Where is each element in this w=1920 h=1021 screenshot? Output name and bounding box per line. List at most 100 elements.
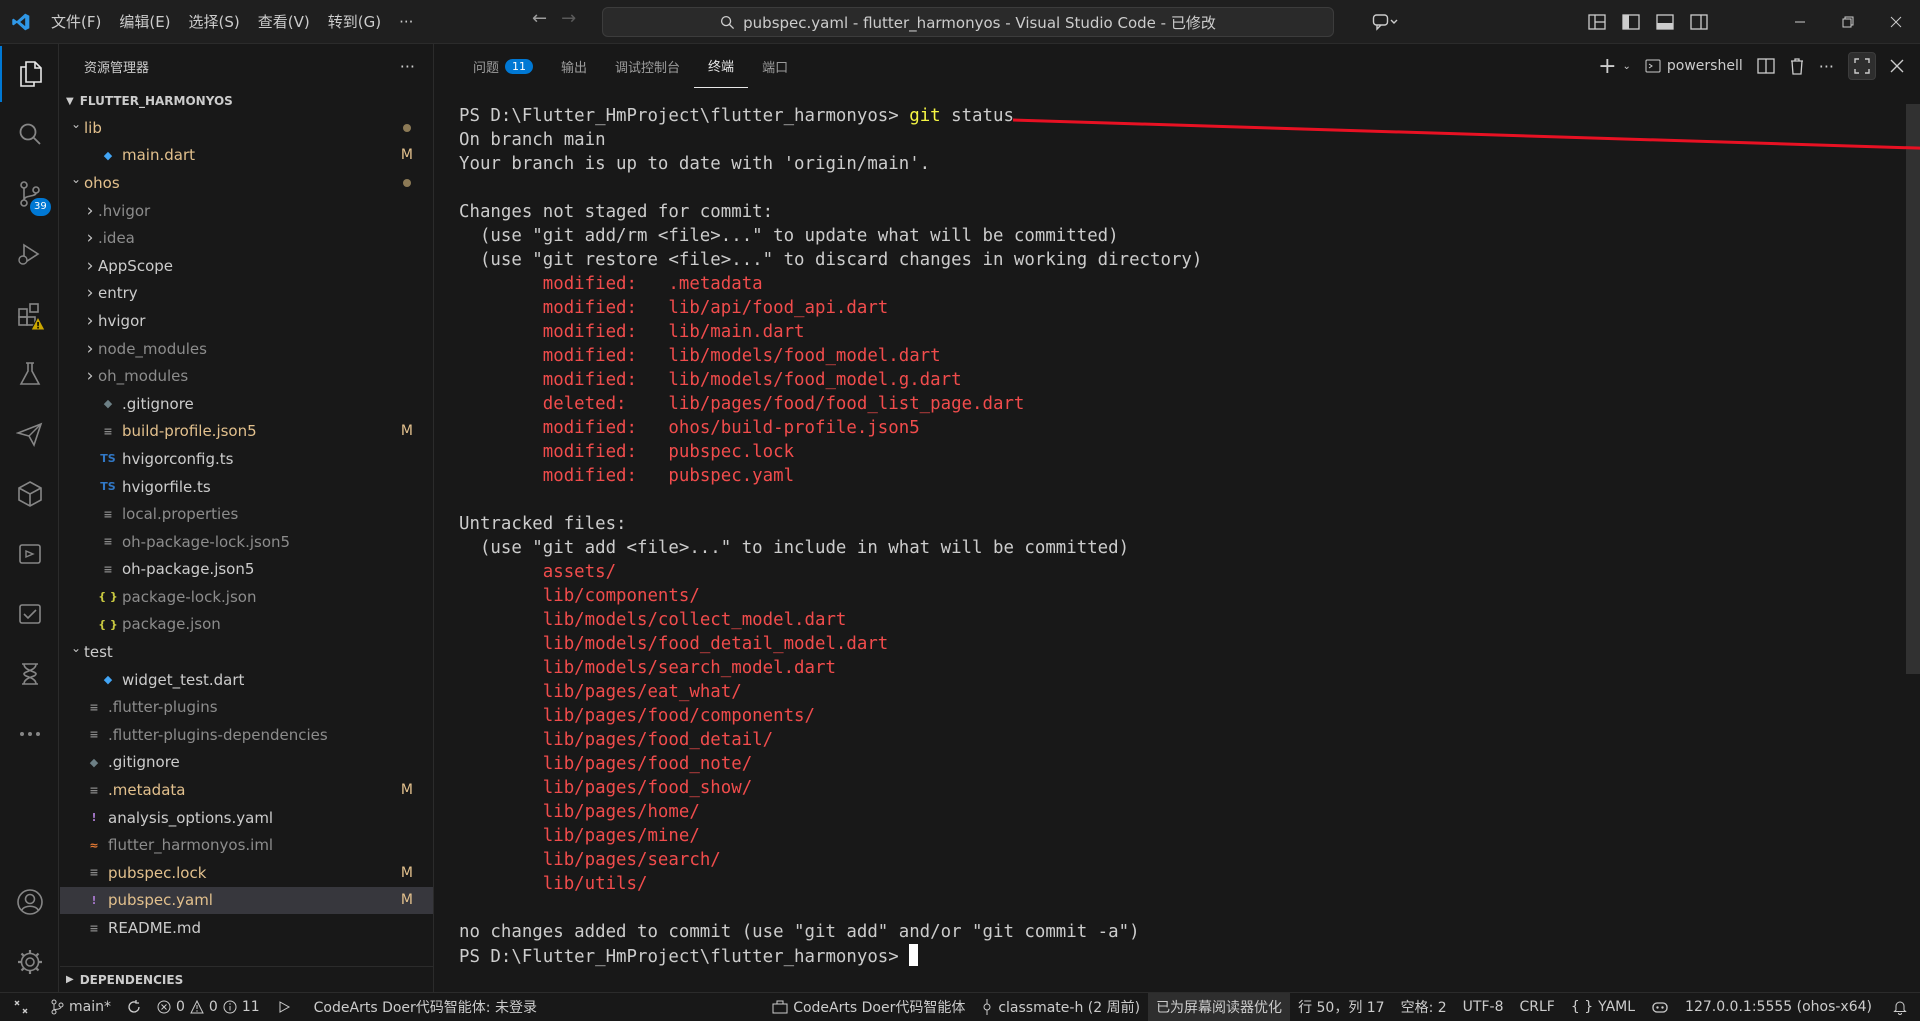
codearts-agent[interactable]: CodeArts Doer代码智能体 [764,993,973,1021]
chevron-down-icon[interactable]: ⌄ [1623,61,1631,72]
git-status-badge: M [400,147,413,164]
file-item[interactable]: ◆ .gitignore [60,749,433,777]
restore-icon[interactable] [1824,0,1872,44]
file-item[interactable]: ◆ widget_test.dart [60,666,433,694]
toggle-panel-icon[interactable] [1648,0,1682,44]
debug-launch-indicator[interactable] [268,993,300,1021]
file-item[interactable]: ! pubspec.yaml M [60,886,433,915]
terminal-line: lib/models/collect_model.dart [459,608,1880,632]
forward-arrow-icon[interactable]: → [561,8,576,29]
panel-tab[interactable]: 调试控制台 [601,44,694,88]
folder-item[interactable]: ⌄ lib [60,114,433,142]
trash-icon[interactable] [1789,57,1805,75]
file-item[interactable]: ◆ .gitignore [60,390,433,418]
file-item[interactable]: ≡ oh-package-lock.json5 [60,528,433,556]
toggle-secondary-sidebar-icon[interactable] [1682,0,1716,44]
file-item[interactable]: ≡ .flutter-plugins [60,693,433,721]
folder-item[interactable]: › entry [60,280,433,308]
file-item[interactable]: TS hvigorconfig.ts [60,445,433,473]
menu-edit[interactable]: 编辑(E) [110,7,179,37]
copilot-chat-icon[interactable] [1360,0,1410,44]
split-terminal-icon[interactable] [1757,58,1775,74]
folder-item[interactable]: › .hvigor [60,197,433,225]
indentation[interactable]: 空格: 2 [1393,993,1455,1021]
encoding[interactable]: UTF-8 [1455,993,1512,1021]
hourglass-icon[interactable] [0,646,59,702]
dependencies-section[interactable]: ▶ DEPENDENCIES [60,966,433,992]
file-item[interactable]: { } package-lock.json [60,583,433,611]
file-item[interactable]: TS hvigorfile.ts [60,473,433,501]
git-blame[interactable]: classmate-h (2 周前) [973,993,1148,1021]
remote-device[interactable]: 127.0.0.1:5555 (ohos-x64) [1677,993,1880,1021]
panel-more-icon[interactable]: ··· [1819,57,1834,76]
close-icon[interactable] [1872,0,1920,44]
file-item[interactable]: ≡ pubspec.lock M [60,859,433,887]
file-item[interactable]: ≡ README.md [60,914,433,942]
minimize-icon[interactable] [1776,0,1824,44]
explorer-more-icon[interactable]: ··· [400,57,415,76]
file-item[interactable]: ≡ .metadata M [60,776,433,804]
testing-icon[interactable] [0,346,59,402]
menu-file[interactable]: 文件(F) [42,7,110,37]
file-item[interactable]: { } package.json [60,611,433,639]
file-item[interactable]: ◆ main.dart M [60,142,433,170]
menu-view[interactable]: 查看(V) [249,7,319,37]
file-item[interactable]: ≈ flutter_harmonyos.iml [60,831,433,859]
folder-item[interactable]: ⌄ ohos [60,169,433,197]
panel-tab[interactable]: 输出 [547,44,601,88]
workspace-root[interactable]: ▼ FLUTTER_HARMONYOS [60,88,433,114]
copilot-status[interactable] [1643,993,1677,1021]
send-icon[interactable] [0,406,59,462]
menu-selection[interactable]: 选择(S) [180,7,249,37]
branch-indicator[interactable]: main* [42,993,119,1021]
menu-more[interactable]: ··· [390,7,422,37]
more-icon[interactable] [0,706,59,762]
toggle-primary-sidebar-icon[interactable] [1614,0,1648,44]
end-of-line[interactable]: CRLF [1511,993,1562,1021]
terminal-scrollbar[interactable] [1906,104,1920,674]
extensions-icon[interactable]: ! [0,286,59,342]
explorer-icon[interactable] [0,46,59,102]
notifications[interactable] [1880,993,1920,1021]
panel-tab[interactable]: 端口 [748,44,802,88]
terminal-output[interactable]: PS D:\Flutter_HmProject\flutter_harmonyo… [459,104,1880,968]
package-icon[interactable] [0,466,59,522]
folder-item[interactable]: › .idea [60,224,433,252]
remote-indicator[interactable] [0,993,42,1021]
new-terminal-icon[interactable]: + [1598,54,1616,79]
problems-indicator[interactable]: 0 0 11 [149,993,268,1021]
panel-tab[interactable]: 问题 11 [459,44,547,88]
file-item[interactable]: ≡ oh-package.json5 [60,556,433,584]
source-control-icon[interactable]: 39 [0,166,59,222]
file-item[interactable]: ≡ build-profile.json5 M [60,418,433,446]
back-arrow-icon[interactable]: ← [532,8,547,29]
remote-debug-icon[interactable] [0,526,59,582]
command-center[interactable]: pubspec.yaml - flutter_harmonyos - Visua… [602,7,1334,37]
language-mode[interactable]: { } YAML [1563,993,1643,1021]
screen-reader-status[interactable]: 已为屏幕阅读器优化 [1148,992,1291,1021]
sync-indicator[interactable] [119,993,149,1021]
panel-tab[interactable]: 终端 [694,44,749,88]
cursor-position[interactable]: 行 50，列 17 [1290,993,1393,1021]
folder-item[interactable]: › node_modules [60,335,433,363]
terminal-profile[interactable]: powershell [1645,58,1743,74]
codearts-login-status[interactable]: CodeArts Doer代码智能体: 未登录 [306,993,545,1021]
checklist-icon[interactable] [0,586,59,642]
folder-item[interactable]: › hvigor [60,307,433,335]
account-icon[interactable] [0,874,59,930]
folder-item[interactable]: › oh_modules [60,362,433,390]
settings-gear-icon[interactable] [0,934,59,990]
layout-customize-icon[interactable] [1580,0,1614,44]
file-item[interactable]: ! analysis_options.yaml [60,804,433,832]
run-debug-icon[interactable] [0,226,59,282]
search-icon[interactable] [0,106,59,162]
file-item[interactable]: ≡ .flutter-plugins-dependencies [60,721,433,749]
file-item[interactable]: ≡ local.properties [60,500,433,528]
folder-item[interactable]: › AppScope [60,252,433,280]
close-panel-icon[interactable] [1890,59,1904,73]
maximize-panel-icon[interactable] [1848,52,1876,80]
menu-go[interactable]: 转到(G) [319,7,390,37]
folder-item[interactable]: ⌄ test [60,638,433,666]
terminal-text: lib/utils/ [542,874,648,894]
